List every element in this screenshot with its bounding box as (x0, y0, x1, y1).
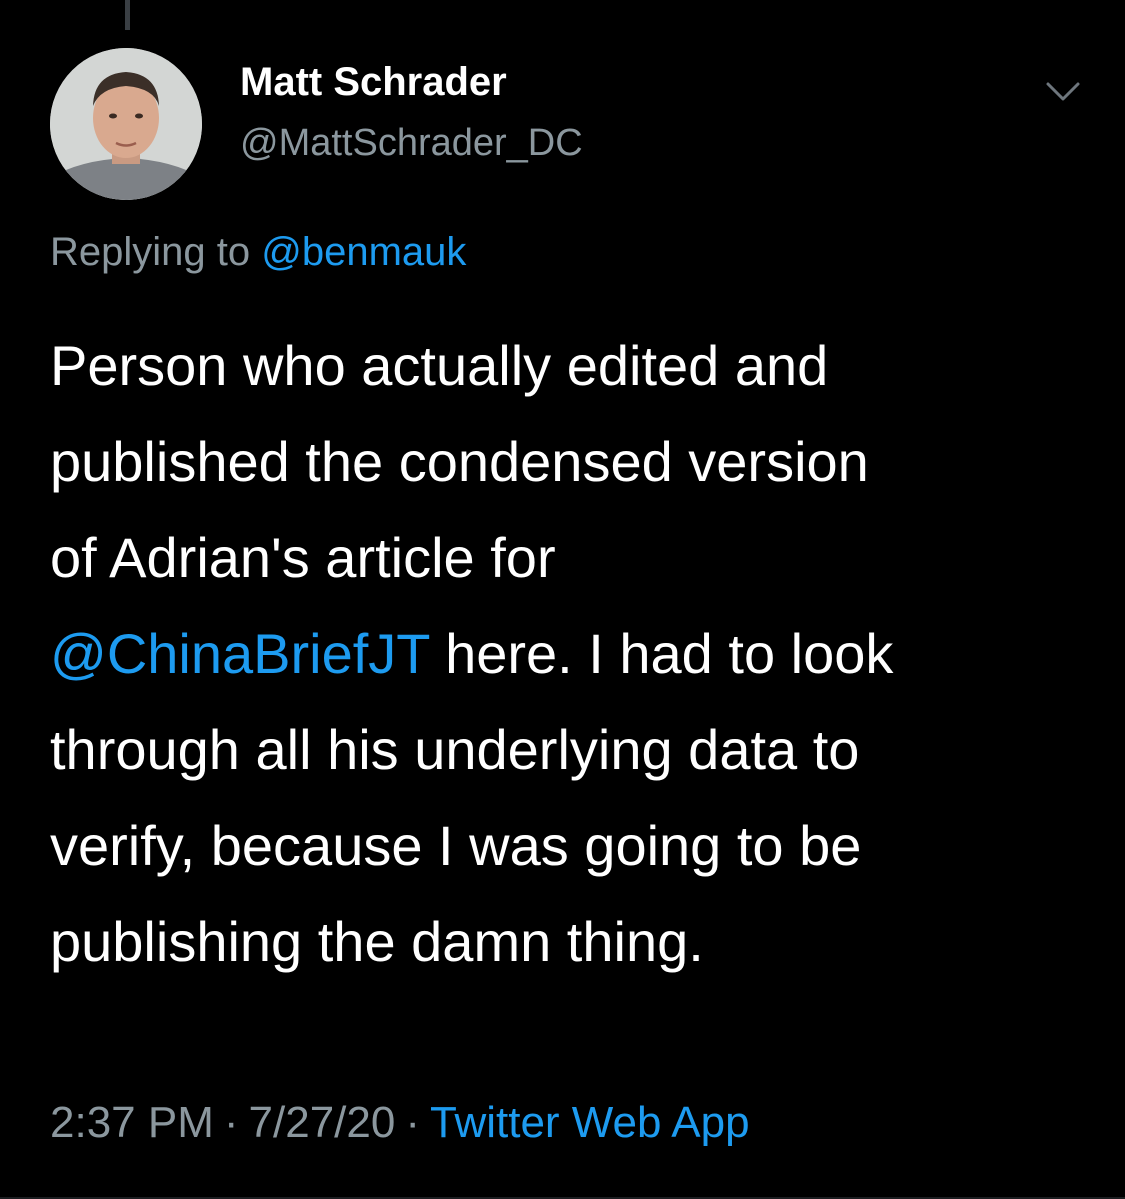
tweet-text-line: of Adrian's article for (50, 526, 556, 589)
tweet-source-link[interactable]: Twitter Web App (430, 1098, 750, 1147)
author-name[interactable]: Matt Schrader (240, 60, 507, 105)
tweet-mention-link[interactable]: @ChinaBriefJT (50, 622, 430, 685)
tweet-time[interactable]: 2:37 PM (50, 1098, 214, 1147)
meta-separator: · (405, 1098, 420, 1147)
avatar[interactable] (50, 48, 202, 200)
tweet-text-line: Person who actually edited and (50, 334, 829, 397)
replying-to-mention-link[interactable]: @benmauk (261, 230, 466, 274)
replying-to-label: Replying to (50, 230, 262, 274)
chevron-down-icon[interactable] (1038, 72, 1088, 112)
tweet-text: Person who actually edited and published… (50, 318, 1090, 990)
tweet-text-line: publishing the damn thing. (50, 910, 704, 973)
meta-separator: · (223, 1098, 239, 1147)
tweet-meta: 2:37 PM · 7/27/20 · Twitter Web App (50, 1098, 750, 1148)
tweet-text-fragment: here. I had to look (429, 622, 894, 685)
replying-to: Replying to @benmauk (50, 230, 466, 275)
avatar-photo (50, 48, 202, 200)
tweet-text-line: published the condensed version (50, 430, 869, 493)
tweet-text-line: through all his underlying data to (50, 718, 860, 781)
tweet-text-line: @ChinaBriefJT here. I had to look (50, 606, 1090, 702)
tweet-text-line: verify, because I was going to be (50, 814, 862, 877)
thread-connector-line (125, 0, 130, 30)
tweet-date[interactable]: 7/27/20 (249, 1098, 396, 1147)
author-handle[interactable]: @MattSchrader_DC (240, 122, 583, 165)
